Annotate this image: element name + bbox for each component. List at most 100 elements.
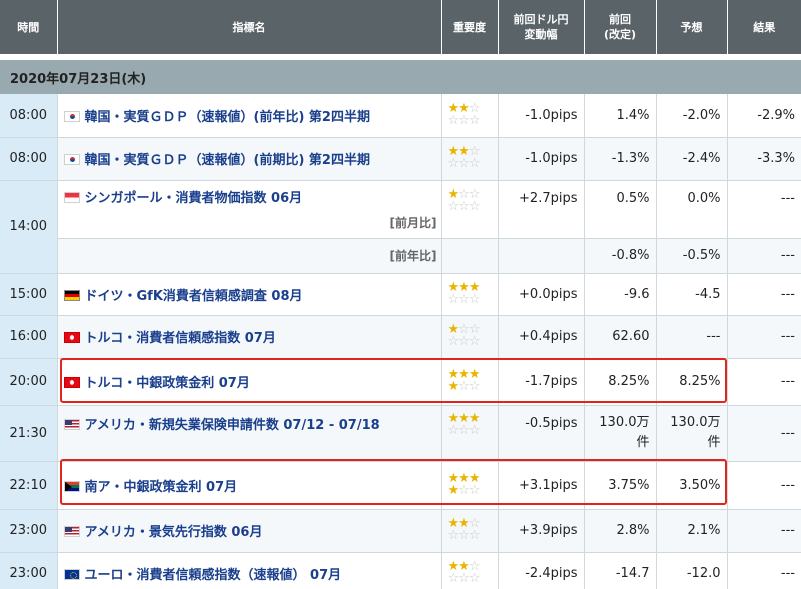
time-cell: 15:00: [0, 273, 58, 316]
table-row: 23:00 ユーロ・消費者信頼感指数（速報値） 07月 ★★☆ ☆☆☆ -2.4p…: [0, 552, 801, 589]
table-row: [前年比] -0.8% -0.5% ---: [0, 238, 801, 274]
forecast-cell: 8.25%: [656, 358, 728, 406]
time-cell: 14:00: [0, 180, 58, 274]
pips-cell: -1.0pips: [498, 94, 585, 138]
indicator-cell[interactable]: 韓国・実質ＧＤＰ（速報値）(前期比) 第2四半期: [57, 137, 442, 181]
indicator-link[interactable]: トルコ・中銀政策金利 07月: [85, 376, 250, 391]
table-row: 23:00 アメリカ・景気先行指数 06月 ★★☆ ☆☆☆ +3.9pips 2.…: [0, 509, 801, 553]
indicator-cell[interactable]: ユーロ・消費者信頼感指数（速報値） 07月: [57, 552, 442, 589]
result-cell: ---: [727, 238, 801, 274]
table-row: 22:10 南ア・中銀政策金利 07月 ★★★ ★☆☆ +3.1pips 3.75…: [0, 461, 801, 510]
indicator-link[interactable]: 韓国・実質ＧＤＰ（速報値）(前期比) 第2四半期: [85, 153, 370, 168]
forecast-cell: 0.0%: [656, 180, 728, 239]
header-result: 結果: [727, 0, 801, 54]
table-row: 14:00 シンガポール・消費者物価指数 06月 [前月比] ★☆☆ ☆☆☆ +2.…: [0, 180, 801, 274]
importance-cell: ★★★ ★☆☆: [441, 461, 499, 510]
header-importance: 重要度: [441, 0, 499, 54]
importance-cell: ★☆☆ ☆☆☆: [441, 315, 499, 359]
za-flag-icon: [63, 480, 80, 492]
table-row: 20:00 トルコ・中銀政策金利 07月 ★★★ ★☆☆ -1.7pips 8.2…: [0, 358, 801, 406]
importance-stars-icon: ★★★ ☆☆☆: [447, 279, 481, 307]
result-cell: ---: [727, 180, 801, 239]
indicator-link[interactable]: ユーロ・消費者信頼感指数（速報値） 07月: [85, 568, 342, 583]
importance-stars-icon: ★★☆ ☆☆☆: [447, 516, 481, 543]
time-cell: 08:00: [0, 94, 58, 138]
importance-cell: ★★★ ★☆☆: [441, 358, 499, 406]
eu-flag-icon: [63, 569, 80, 580]
forecast-cell: 3.50%: [656, 461, 728, 510]
importance-stars-icon: ★★☆ ☆☆☆: [447, 100, 481, 128]
importance-cell: ★★★ ☆☆☆: [441, 405, 499, 462]
importance-stars-icon: ★★☆ ☆☆☆: [447, 559, 481, 586]
forecast-cell: -0.5%: [656, 238, 728, 274]
indicator-cell[interactable]: シンガポール・消費者物価指数 06月 [前月比]: [57, 180, 442, 239]
pips-cell: +3.9pips: [498, 509, 585, 553]
table-header-row: 時間 指標名 重要度 前回ドル円 変動幅 前回 (改定) 予想 結果: [0, 0, 801, 54]
prev-cell: 3.75%: [584, 461, 657, 510]
pips-cell: +0.4pips: [498, 315, 585, 359]
kr-flag-icon: [63, 154, 80, 165]
result-cell: ---: [727, 358, 801, 406]
importance-stars-icon: ★★☆ ☆☆☆: [447, 144, 481, 171]
result-cell: ---: [727, 509, 801, 553]
time-cell: 23:00: [0, 509, 58, 553]
indicator-cell[interactable]: トルコ・中銀政策金利 07月: [57, 358, 442, 406]
pips-cell: +0.0pips: [498, 273, 585, 316]
time-cell: 20:00: [0, 358, 58, 406]
importance-stars-icon: ★★★ ☆☆☆: [447, 410, 481, 438]
indicator-cell[interactable]: アメリカ・新規失業保険申請件数 07/12 - 07/18: [57, 405, 442, 462]
de-flag-icon: [63, 289, 80, 301]
prev-cell: 0.5%: [584, 180, 657, 239]
indicator-cell[interactable]: アメリカ・景気先行指数 06月: [57, 509, 442, 553]
indicator-cell[interactable]: 韓国・実質ＧＤＰ（速報値）(前年比) 第2四半期: [57, 94, 442, 138]
header-time: 時間: [0, 0, 58, 54]
indicator-link[interactable]: ドイツ・GfK消費者信頼感調査 08月: [85, 289, 303, 304]
importance-cell: ★★★ ☆☆☆: [441, 273, 499, 316]
table-row: 08:00 韓国・実質ＧＤＰ（速報値）(前期比) 第2四半期 ★★☆ ☆☆☆ -1…: [0, 137, 801, 181]
importance-stars-icon: ★★★ ★☆☆: [447, 470, 481, 498]
indicator-link[interactable]: シンガポール・消費者物価指数 06月: [85, 191, 303, 206]
indicator-link[interactable]: アメリカ・新規失業保険申請件数 07/12 - 07/18: [85, 418, 380, 433]
header-forecast: 予想: [656, 0, 728, 54]
sub-label: [前年比]: [389, 249, 437, 263]
time-cell: 21:30: [0, 405, 58, 462]
indicator-link[interactable]: トルコ・消費者信頼感指数 07月: [85, 331, 276, 346]
us-flag-icon: [63, 526, 80, 537]
table-row: 08:00 韓国・実質ＧＤＰ（速報値）(前年比) 第2四半期 ★★☆ ☆☆☆ -1…: [0, 94, 801, 138]
pips-cell: +2.7pips: [498, 180, 585, 239]
prev-cell: -9.6: [584, 273, 657, 316]
indicator-link[interactable]: 韓国・実質ＧＤＰ（速報値）(前年比) 第2四半期: [85, 110, 370, 125]
economic-calendar-table: 時間 指標名 重要度 前回ドル円 変動幅 前回 (改定) 予想 結果 2020年…: [0, 0, 801, 589]
importance-cell: ★★☆ ☆☆☆: [441, 509, 499, 553]
importance-cell: ★☆☆ ☆☆☆: [441, 180, 499, 239]
result-cell: ---: [727, 315, 801, 359]
prev-cell: 2.8%: [584, 509, 657, 553]
time-cell: 23:00: [0, 552, 58, 589]
indicator-cell[interactable]: トルコ・消費者信頼感指数 07月: [57, 315, 442, 359]
result-cell: -2.9%: [727, 94, 801, 138]
pips-cell: -0.5pips: [498, 405, 585, 462]
forecast-cell: -2.4%: [656, 137, 728, 181]
prev-cell: 1.4%: [584, 94, 657, 138]
result-cell: ---: [727, 461, 801, 510]
prev-cell: -14.7: [584, 552, 657, 589]
indicator-cell[interactable]: 南ア・中銀政策金利 07月: [57, 461, 442, 510]
indicator-link[interactable]: アメリカ・景気先行指数 06月: [85, 525, 263, 540]
indicator-link[interactable]: 南ア・中銀政策金利 07月: [85, 480, 238, 495]
prev-cell: 8.25%: [584, 358, 657, 406]
indicator-cell[interactable]: ドイツ・GfK消費者信頼感調査 08月: [57, 273, 442, 316]
date-bar: 2020年07月23日(木): [0, 60, 801, 94]
table-row: 15:00 ドイツ・GfK消費者信頼感調査 08月 ★★★ ☆☆☆ +0.0pip…: [0, 273, 801, 316]
importance-cell: ★★☆ ☆☆☆: [441, 94, 499, 138]
sub-label: [前月比]: [389, 216, 437, 230]
prev-cell: -1.3%: [584, 137, 657, 181]
indicator-cell: [前年比]: [57, 238, 442, 274]
header-prev-revised: 前回 (改定): [584, 0, 657, 54]
prev-cell: 62.60: [584, 315, 657, 359]
sg-flag-icon: [63, 192, 80, 203]
importance-cell: ★★☆ ☆☆☆: [441, 552, 499, 589]
pips-cell: +3.1pips: [498, 461, 585, 510]
tr-flag-icon: [63, 377, 80, 388]
importance-stars-icon: ★☆☆ ☆☆☆: [447, 322, 481, 349]
importance-stars-icon: ★★★ ★☆☆: [447, 367, 481, 394]
